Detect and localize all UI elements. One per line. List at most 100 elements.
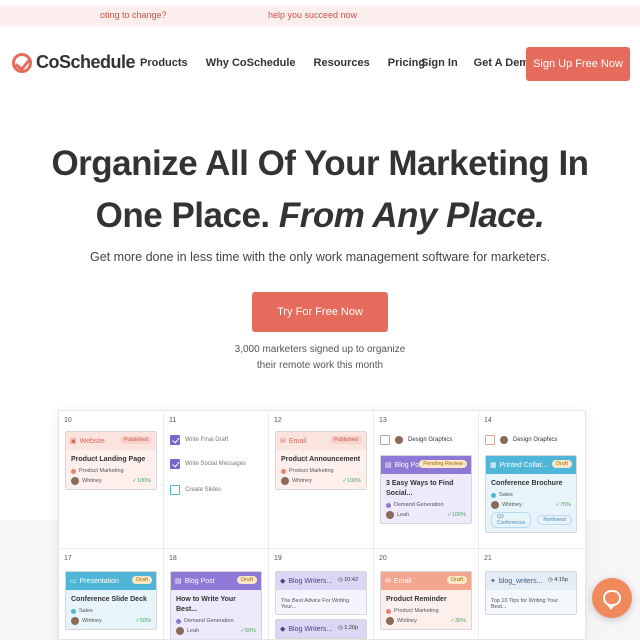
avatar <box>176 627 184 635</box>
presentation-icon: ▭ <box>70 578 77 585</box>
calendar-card[interactable]: ▭ Presentation Draft Conference Slide De… <box>65 571 157 630</box>
calendar-card[interactable]: ✦ blog_writers... ◷ 4:15p Top 10 Tips fo… <box>485 571 577 615</box>
day-number: 12 <box>274 417 282 424</box>
calendar-day: 20 ✉ Email Draft Product Reminder Produc… <box>374 549 479 639</box>
logo-text: CoSchedule <box>36 52 136 72</box>
card-owner: Leah ✓50% <box>176 627 256 635</box>
card-title: Conference Brochure <box>491 480 563 487</box>
card-meta: Sales <box>71 608 151 614</box>
calendar-card[interactable]: ◆ Blog Writers... ◷ 1:20p <box>275 619 367 639</box>
card-header: ◆ Blog Writers... ◷ 10:42 <box>276 572 366 590</box>
day-number: 18 <box>169 555 177 562</box>
nav-resources[interactable]: Resources <box>308 52 376 74</box>
task-item[interactable]: Write Social Messages <box>170 459 246 469</box>
calendar-card[interactable]: ✉ Email Draft Product Reminder Product M… <box>380 571 472 630</box>
chat-button[interactable] <box>592 578 632 618</box>
checkmark-icon <box>12 52 32 73</box>
card-header: ✉ Email Draft <box>381 572 471 590</box>
account-nav: Sign In Get A Demo <box>416 52 541 74</box>
card-type: blog_writers... <box>498 577 543 585</box>
day-number: 17 <box>64 555 72 562</box>
checked-icon[interactable] <box>170 459 180 469</box>
avatar <box>71 617 79 625</box>
coschedule-logo[interactable]: CoSchedule <box>12 52 136 73</box>
day-number: 19 <box>274 555 282 562</box>
calendar-card[interactable]: ▦ Printed Collat... Draft Conference Bro… <box>485 455 577 533</box>
card-meta: Product Marketing <box>71 468 151 474</box>
category-dot <box>71 608 76 614</box>
category-dot <box>386 502 391 508</box>
card-meta-text: Sales <box>499 492 513 498</box>
calendar-card[interactable]: ▤ Blog Post Pending Review 3 Easy Ways t… <box>380 455 472 524</box>
card-type: Presentation <box>79 577 119 585</box>
avatar <box>386 511 394 519</box>
card-owner-name: Whitney <box>292 478 312 484</box>
calendar-card[interactable]: ▤ Blog Post Draft How to Write Your Best… <box>170 571 262 639</box>
card-meta-text: Sales <box>79 608 93 614</box>
calendar-card[interactable]: ▣ Website Published Product Landing Page… <box>65 431 157 490</box>
card-title: The Best Advice For Writing Your... <box>281 598 350 610</box>
calendar-day: 14 Design Graphics ▦ Printed Collat... D… <box>479 411 584 549</box>
hero-subheading: Get more done in less time with the only… <box>90 250 550 264</box>
avatar <box>395 436 403 444</box>
task-label: Design Graphics <box>408 437 453 443</box>
card-owner-name: Whitney <box>82 618 102 624</box>
card-meta: Product Marketing <box>386 608 466 614</box>
time-text: 10:42 <box>344 577 358 583</box>
sign-in-button[interactable]: Sign In <box>416 52 463 74</box>
unchecked-icon[interactable] <box>380 435 390 445</box>
calendar-card[interactable]: ✉ Email Published Product Announcement P… <box>275 431 367 490</box>
card-type: Printed Collat... <box>499 461 548 469</box>
sign-up-button[interactable]: Sign Up Free Now <box>526 47 630 81</box>
time-badge: ◷ 4:15p <box>544 576 572 584</box>
avatar <box>71 477 79 485</box>
task-item[interactable]: Create Slides <box>170 485 221 495</box>
card-meta-text: Demand Generation <box>394 502 444 508</box>
card-title: Product Announcement <box>281 456 361 463</box>
calendar-day: 21 ✦ blog_writers... ◷ 4:15p Top 10 Tips… <box>479 549 584 639</box>
promo-link-right[interactable]: help you succeed now <box>268 10 357 20</box>
progress-percent: ✓75% <box>555 502 571 508</box>
card-owner: Whitney ✓100% <box>281 477 361 485</box>
status-badge: Published <box>329 436 362 444</box>
card-header: ▦ Printed Collat... Draft <box>486 456 576 474</box>
status-badge: Draft <box>552 460 572 468</box>
social-icon: ◆ <box>280 626 286 633</box>
clock-icon: ◷ <box>547 577 553 583</box>
card-owner-name: Whitney <box>82 478 102 484</box>
status-badge: Draft <box>132 576 152 584</box>
nav-products[interactable]: Products <box>134 52 194 74</box>
blog-icon: ▤ <box>385 462 392 469</box>
nav-why-coschedule[interactable]: Why CoSchedule <box>200 52 302 74</box>
card-meta: Sales <box>491 492 571 498</box>
checked-icon[interactable] <box>170 435 180 445</box>
time-badge: ◷ 1:20p <box>334 624 362 632</box>
card-owner: Whitney ✓30% <box>386 617 466 625</box>
unchecked-icon[interactable] <box>485 435 495 445</box>
website-icon: ▣ <box>70 438 77 445</box>
card-type: Email <box>288 437 307 445</box>
email-icon: ✉ <box>385 578 391 585</box>
calendar-day: 10 ▣ Website Published Product Landing P… <box>59 411 164 549</box>
clock-icon: ◷ <box>337 577 343 583</box>
card-meta: Demand Generation <box>386 502 466 508</box>
calendar-card[interactable]: ◆ Blog Writers... ◷ 10:42 The Best Advic… <box>275 571 367 615</box>
task-item[interactable]: Design Graphics <box>485 435 557 445</box>
card-meta: Product Marketing <box>281 468 361 474</box>
card-type: Blog Writers... <box>288 625 333 633</box>
status-badge: Published <box>119 436 152 444</box>
card-header: ◆ Blog Writers... ◷ 1:20p <box>276 620 366 638</box>
progress-percent: ✓100% <box>342 478 361 484</box>
time-text: 4:15p <box>554 577 568 583</box>
clock-icon: ◷ <box>337 625 343 631</box>
category-dot <box>491 492 496 498</box>
unchecked-icon[interactable] <box>170 485 180 495</box>
try-free-button[interactable]: Try For Free Now <box>252 292 388 332</box>
promo-link-left[interactable]: oting to change? <box>100 10 167 20</box>
task-item[interactable]: Write Final Draft <box>170 435 228 445</box>
hero-heading-italic: From Any Place. <box>278 196 545 235</box>
card-meta-text: Product Marketing <box>289 468 334 474</box>
card-type: Email <box>393 577 412 585</box>
task-item[interactable]: Design Graphics <box>380 435 452 445</box>
hero-heading: Organize All Of Your Marketing In One Pl… <box>0 138 640 242</box>
